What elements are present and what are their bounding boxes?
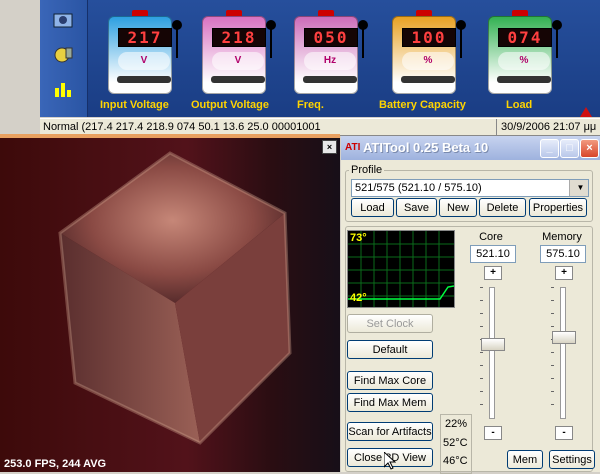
meter-digits: 218	[212, 28, 266, 47]
maximize-button[interactable]: □	[560, 139, 579, 158]
meter-label: Output Voltage	[191, 99, 270, 111]
find-max-mem-button[interactable]: Find Max Mem	[347, 393, 433, 412]
close-button[interactable]: ×	[580, 139, 599, 158]
meter-body: 074%	[488, 16, 552, 94]
meter-digits: 100	[402, 28, 456, 47]
render-3d-view	[0, 138, 340, 472]
ups-icon-bar	[40, 0, 88, 117]
meter-body: 100%	[392, 16, 456, 94]
core-slider-ticks	[480, 287, 483, 417]
new-button[interactable]: New	[439, 198, 477, 217]
meter-body: 050 Hz	[294, 16, 358, 94]
properties-button[interactable]: Properties	[529, 198, 587, 217]
default-button[interactable]: Default	[347, 340, 433, 359]
fps-counter: 253.0 FPS, 244 AVG	[4, 458, 107, 470]
meter-lever	[556, 28, 558, 58]
meter-label: Battery Capacity	[379, 99, 466, 111]
memory-slider-ticks	[551, 287, 554, 417]
save-button[interactable]: Save	[396, 198, 437, 217]
profile-label: Profile	[349, 164, 385, 176]
core-slider-thumb[interactable]	[481, 338, 505, 351]
ati-logo-icon: ATI	[345, 142, 361, 153]
memory-decrease-button[interactable]: -	[555, 426, 573, 440]
core-slider-track[interactable]	[489, 287, 495, 419]
meter-slot	[401, 76, 455, 83]
fur-cube	[58, 151, 292, 445]
graph-min-label: 42°	[350, 292, 367, 304]
core-temp-value: 52°C	[443, 437, 468, 449]
core-decrease-button[interactable]: -	[484, 426, 502, 440]
meter-label: Load	[506, 99, 533, 111]
meter-unit: Hz	[304, 52, 356, 70]
core-label: Core	[479, 231, 503, 243]
meter-label: Input Voltage	[100, 99, 169, 111]
memory-increase-button[interactable]: +	[555, 266, 573, 280]
memory-label: Memory	[542, 231, 582, 243]
meter-unit: V	[212, 52, 264, 70]
meter-digits: 074	[498, 28, 552, 47]
meter-unit: V	[118, 52, 170, 70]
monitor-icon[interactable]	[52, 10, 74, 32]
meter-lever-knob	[266, 20, 276, 30]
status-readings: Normal (217.4 217.4 218.9 074 50.1 13.6 …	[43, 121, 321, 133]
profile-value: 521/575 (521.10 / 575.10)	[355, 182, 482, 194]
profile-select[interactable]: 521/575 (521.10 / 575.10) ▼	[351, 179, 589, 197]
core-clock-field[interactable]: 521.10	[470, 245, 516, 263]
meter-unit: %	[402, 52, 454, 70]
meter-slot	[117, 76, 171, 83]
temperature-graph: 73° 42°	[347, 230, 455, 308]
load-button[interactable]: Load	[351, 198, 394, 217]
meter-lever-knob	[358, 20, 368, 30]
ups-meter: 074%	[484, 10, 562, 98]
graph-max-label: 73°	[350, 232, 367, 244]
meter-slot	[211, 76, 265, 83]
memory-slider-track[interactable]	[560, 287, 566, 419]
meter-digits: 050	[304, 28, 358, 47]
meter-lever-knob	[552, 20, 562, 30]
memory-slider-thumb[interactable]	[552, 331, 576, 344]
meter-body: 218 V	[202, 16, 266, 94]
meter-unit: %	[498, 52, 550, 70]
memory-clock-field[interactable]: 575.10	[540, 245, 586, 263]
settings-button[interactable]: Settings	[549, 450, 595, 469]
minimize-button[interactable]: _	[540, 139, 559, 158]
meter-lever	[460, 28, 462, 58]
settings-icon[interactable]	[52, 44, 74, 66]
scan-for-artifacts-button[interactable]: Scan for Artifacts	[347, 422, 433, 441]
set-clock-button[interactable]: Set Clock	[347, 314, 433, 333]
meter-digits: 217	[118, 28, 172, 47]
render-close-button[interactable]: ×	[322, 140, 337, 154]
meter-slot	[303, 76, 357, 83]
chart-icon[interactable]	[52, 78, 74, 100]
delete-button[interactable]: Delete	[479, 198, 526, 217]
fan-speed-value: 22%	[445, 418, 468, 430]
left-edge	[0, 0, 40, 117]
ups-meter: 217 V	[104, 10, 182, 98]
ups-meter: 100%	[388, 10, 466, 98]
mem-button[interactable]: Mem	[507, 450, 543, 469]
ups-meter: 050 Hz	[290, 10, 368, 98]
meter-lever	[270, 28, 272, 58]
alert-icon[interactable]	[580, 104, 592, 122]
meter-lever-knob	[172, 20, 182, 30]
chevron-down-icon[interactable]: ▼	[569, 180, 588, 196]
ups-meter: 218 V	[198, 10, 276, 98]
meter-body: 217 V	[108, 16, 172, 94]
core-increase-button[interactable]: +	[484, 266, 502, 280]
meter-slot	[497, 76, 551, 83]
meter-lever-knob	[456, 20, 466, 30]
meter-label: Freq.	[297, 99, 324, 111]
window-title: ATITool 0.25 Beta 10	[363, 140, 489, 155]
board-temp-value: 46°C	[443, 455, 468, 467]
meter-lever	[176, 28, 178, 58]
find-max-core-button[interactable]: Find Max Core	[347, 371, 433, 390]
atitool-titlebar[interactable]: ATI ATITool 0.25 Beta 10 _ □ ×	[341, 136, 600, 160]
meter-lever	[362, 28, 364, 58]
